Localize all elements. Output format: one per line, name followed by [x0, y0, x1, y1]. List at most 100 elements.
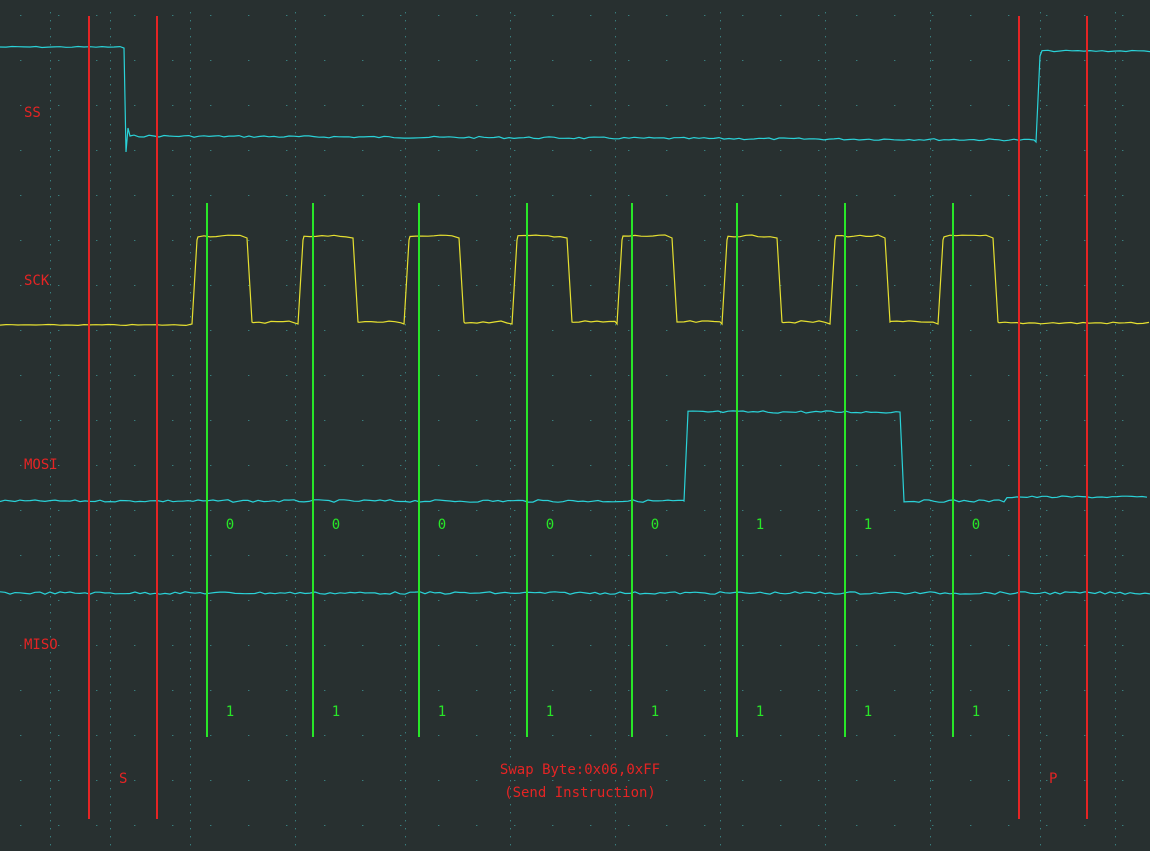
grid-dot-col: [190, 564, 191, 566]
grid-dot-col: [190, 740, 191, 742]
grid-dot-col: [615, 340, 616, 342]
grid-dot-row: [894, 420, 896, 421]
grid-dot-col: [825, 404, 826, 406]
grid-dot-col: [720, 684, 721, 686]
grid-dot-row: [514, 330, 516, 331]
grid-dot-row: [476, 105, 478, 106]
grid-dot-row: [780, 825, 782, 826]
grid-dot-col: [720, 548, 721, 550]
grid-dot-row: [400, 375, 402, 376]
grid-dot-row: [20, 420, 22, 421]
grid-dot-col: [825, 428, 826, 430]
grid-dot-row: [552, 105, 554, 106]
grid-dot-col: [295, 284, 296, 286]
grid-dot-col: [930, 388, 931, 390]
grid-dot-col: [720, 388, 721, 390]
grid-dot-col: [110, 492, 111, 494]
grid-dot-col: [190, 380, 191, 382]
grid-dot-col: [930, 812, 931, 814]
grid-dot-col: [405, 676, 406, 678]
grid-dot-row: [58, 375, 60, 376]
grid-dot-col: [510, 108, 511, 110]
grid-dot-col: [1040, 308, 1041, 310]
grid-dot-row: [628, 105, 630, 106]
grid-dot-row: [248, 690, 250, 691]
grid-dot-col: [110, 228, 111, 230]
grid-dot-row: [96, 510, 98, 511]
grid-dot-col: [190, 356, 191, 358]
grid-dot-col: [1040, 404, 1041, 406]
grid-dot-col: [405, 708, 406, 710]
grid-dot-col: [930, 228, 931, 230]
grid-dot-row: [248, 375, 250, 376]
grid-dot-col: [720, 268, 721, 270]
grid-dot-col: [110, 524, 111, 526]
grid-dot-col: [825, 508, 826, 510]
grid-dot-col: [1115, 204, 1116, 206]
grid-dot-col: [1040, 164, 1041, 166]
grid-dot-col: [825, 820, 826, 822]
grid-dot-col: [615, 148, 616, 150]
grid-dot-row: [172, 15, 174, 16]
grid-dot-col: [825, 12, 826, 14]
grid-dot-col: [720, 716, 721, 718]
grid-dot-col: [50, 588, 51, 590]
grid-dot-row: [362, 285, 364, 286]
grid-dot-col: [190, 100, 191, 102]
grid-dot-row: [210, 60, 212, 61]
grid-dot-col: [720, 500, 721, 502]
grid-dot-col: [110, 844, 111, 846]
grid-dot-col: [720, 372, 721, 374]
grid-dot-col: [930, 476, 931, 478]
grid-dot-col: [405, 452, 406, 454]
grid-dot-col: [510, 284, 511, 286]
grid-dot-col: [615, 668, 616, 670]
grid-dot-col: [110, 252, 111, 254]
grid-dot-col: [1115, 788, 1116, 790]
grid-dot-col: [1115, 20, 1116, 22]
grid-dot-col: [1115, 212, 1116, 214]
grid-dot-row: [932, 420, 934, 421]
grid-dot-col: [110, 580, 111, 582]
grid-dot-row: [400, 330, 402, 331]
grid-dot-col: [110, 612, 111, 614]
grid-dot-row: [894, 375, 896, 376]
grid-dot-col: [405, 412, 406, 414]
grid-dot-row: [514, 105, 516, 106]
grid-dot-col: [825, 756, 826, 758]
grid-dot-col: [110, 100, 111, 102]
grid-dot-row: [932, 105, 934, 106]
grid-dot-row: [1008, 105, 1010, 106]
grid-dot-col: [295, 756, 296, 758]
grid-dot-row: [286, 555, 288, 556]
grid-dot-row: [134, 375, 136, 376]
grid-dot-row: [362, 735, 364, 736]
grid-dot-col: [720, 580, 721, 582]
grid-dot-col: [930, 348, 931, 350]
grid-dot-col: [510, 444, 511, 446]
grid-dot-row: [628, 825, 630, 826]
grid-dot-col: [930, 276, 931, 278]
grid-dot-col: [615, 364, 616, 366]
grid-dot-col: [110, 628, 111, 630]
grid-dot-col: [930, 524, 931, 526]
grid-dot-col: [1040, 436, 1041, 438]
grid-dot-row: [58, 690, 60, 691]
grid-dot-col: [50, 316, 51, 318]
grid-dot-row: [1084, 690, 1086, 691]
grid-dot-col: [110, 700, 111, 702]
grid-dot-col: [50, 300, 51, 302]
grid-dot-col: [110, 564, 111, 566]
grid-dot-col: [510, 92, 511, 94]
grid-dot-row: [1046, 195, 1048, 196]
grid-dot-row: [324, 240, 326, 241]
grid-dot-row: [172, 735, 174, 736]
grid-dot-col: [510, 436, 511, 438]
grid-dot-row: [514, 555, 516, 556]
grid-dot-col: [50, 716, 51, 718]
grid-dot-col: [825, 836, 826, 838]
grid-dot-row: [1008, 420, 1010, 421]
grid-dot-col: [190, 660, 191, 662]
grid-dot-col: [510, 348, 511, 350]
grid-dot-col: [50, 580, 51, 582]
